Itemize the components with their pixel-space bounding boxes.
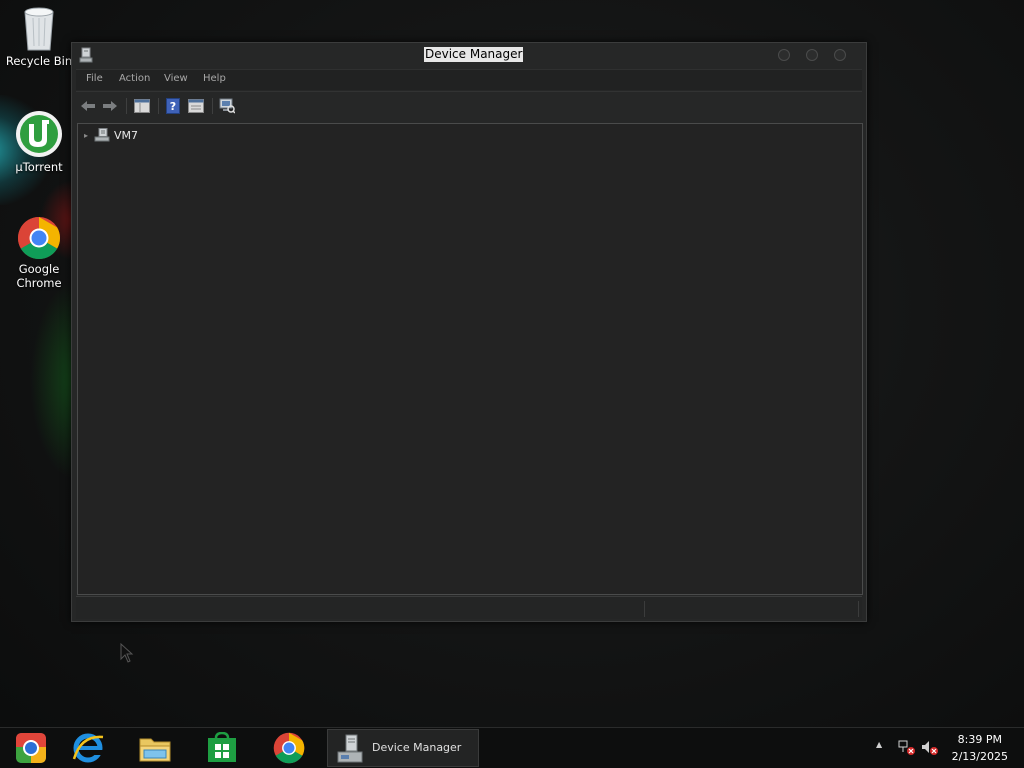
start-orb-icon (16, 733, 46, 763)
taskbar-google-chrome[interactable] (258, 730, 320, 766)
device-tree-pane[interactable]: ▸ VM7 (77, 123, 863, 595)
file-explorer-icon (139, 738, 171, 762)
menu-bar: File Action View Help (76, 69, 862, 90)
store-icon (208, 732, 236, 762)
internet-explorer-icon (72, 733, 104, 763)
window-title: Device Manager (424, 47, 524, 62)
forward-button[interactable] (100, 96, 120, 116)
show-hide-console-tree-button[interactable] (132, 96, 152, 116)
chrome-icon (17, 217, 61, 260)
taskbar-store[interactable] (191, 730, 253, 766)
back-button[interactable] (78, 96, 98, 116)
help-icon: ? (166, 98, 180, 114)
taskbar-device-manager[interactable]: Device Manager (327, 729, 479, 767)
desktop-icon-label: Recycle Bin (5, 54, 73, 68)
device-manager-window[interactable]: Device Manager File Action View Help ? ▸… (71, 42, 867, 622)
scan-hardware-changes-button[interactable] (217, 96, 237, 116)
menu-action[interactable]: Action (119, 73, 150, 84)
desktop-icon-label: µTorrent (15, 160, 63, 174)
menu-help[interactable]: Help (203, 73, 226, 84)
status-divider (644, 601, 645, 617)
tree-expander-icon[interactable]: ▸ (84, 131, 88, 140)
device-manager-taskbar-icon (337, 734, 363, 763)
mouse-cursor-icon (120, 643, 134, 663)
taskbar-window-label: Device Manager (372, 741, 462, 754)
properties-view-button[interactable] (186, 96, 206, 116)
tray-overflow-chevron-icon[interactable]: ▲ (876, 740, 882, 749)
recycle-bin-icon (24, 7, 54, 51)
device-manager-app-icon (79, 47, 93, 63)
system-clock[interactable]: 8:39 PM 2/13/2025 (952, 731, 1008, 765)
taskbar-start-app[interactable] (0, 730, 62, 766)
tree-node-computer[interactable]: ▸ VM7 (84, 126, 138, 144)
chrome-icon (273, 732, 305, 764)
clock-date: 2/13/2025 (951, 750, 1008, 763)
clock-time: 8:39 PM (957, 733, 1002, 746)
desktop-icon-recycle-bin[interactable]: Recycle Bin (0, 6, 78, 68)
desktop-icon-utorrent[interactable]: µTorrent (0, 110, 78, 174)
taskbar-internet-explorer[interactable] (57, 730, 119, 766)
forward-arrow-icon (103, 101, 117, 111)
utorrent-icon (16, 111, 62, 157)
computer-icon (94, 128, 110, 142)
maximize-button[interactable] (806, 49, 818, 61)
menu-view[interactable]: View (164, 73, 188, 84)
desktop-icon-label: Google (18, 262, 60, 276)
volume-muted-icon[interactable] (921, 740, 939, 756)
scan-hardware-icon (219, 98, 235, 114)
back-arrow-icon (81, 101, 95, 111)
help-button[interactable]: ? (163, 96, 183, 116)
network-disconnected-icon[interactable] (898, 740, 916, 756)
taskbar: Device Manager ▲ 8:39 PM 2/13/2025 (0, 727, 1024, 768)
svg-text:?: ? (170, 100, 176, 113)
minimize-button[interactable] (778, 49, 790, 61)
tree-node-label: VM7 (114, 128, 139, 142)
title-bar[interactable]: Device Manager (72, 43, 866, 67)
toolbar: ? (76, 91, 862, 120)
status-divider (858, 601, 859, 617)
properties-view-icon (188, 99, 204, 113)
desktop-icon-google-chrome[interactable]: Google Chrome (0, 216, 78, 290)
desktop-icon-label: Chrome (16, 276, 62, 290)
taskbar-file-explorer[interactable] (124, 730, 186, 766)
status-bar (76, 596, 862, 619)
close-button[interactable] (834, 49, 846, 61)
console-tree-icon (134, 99, 150, 113)
menu-file[interactable]: File (86, 73, 103, 84)
